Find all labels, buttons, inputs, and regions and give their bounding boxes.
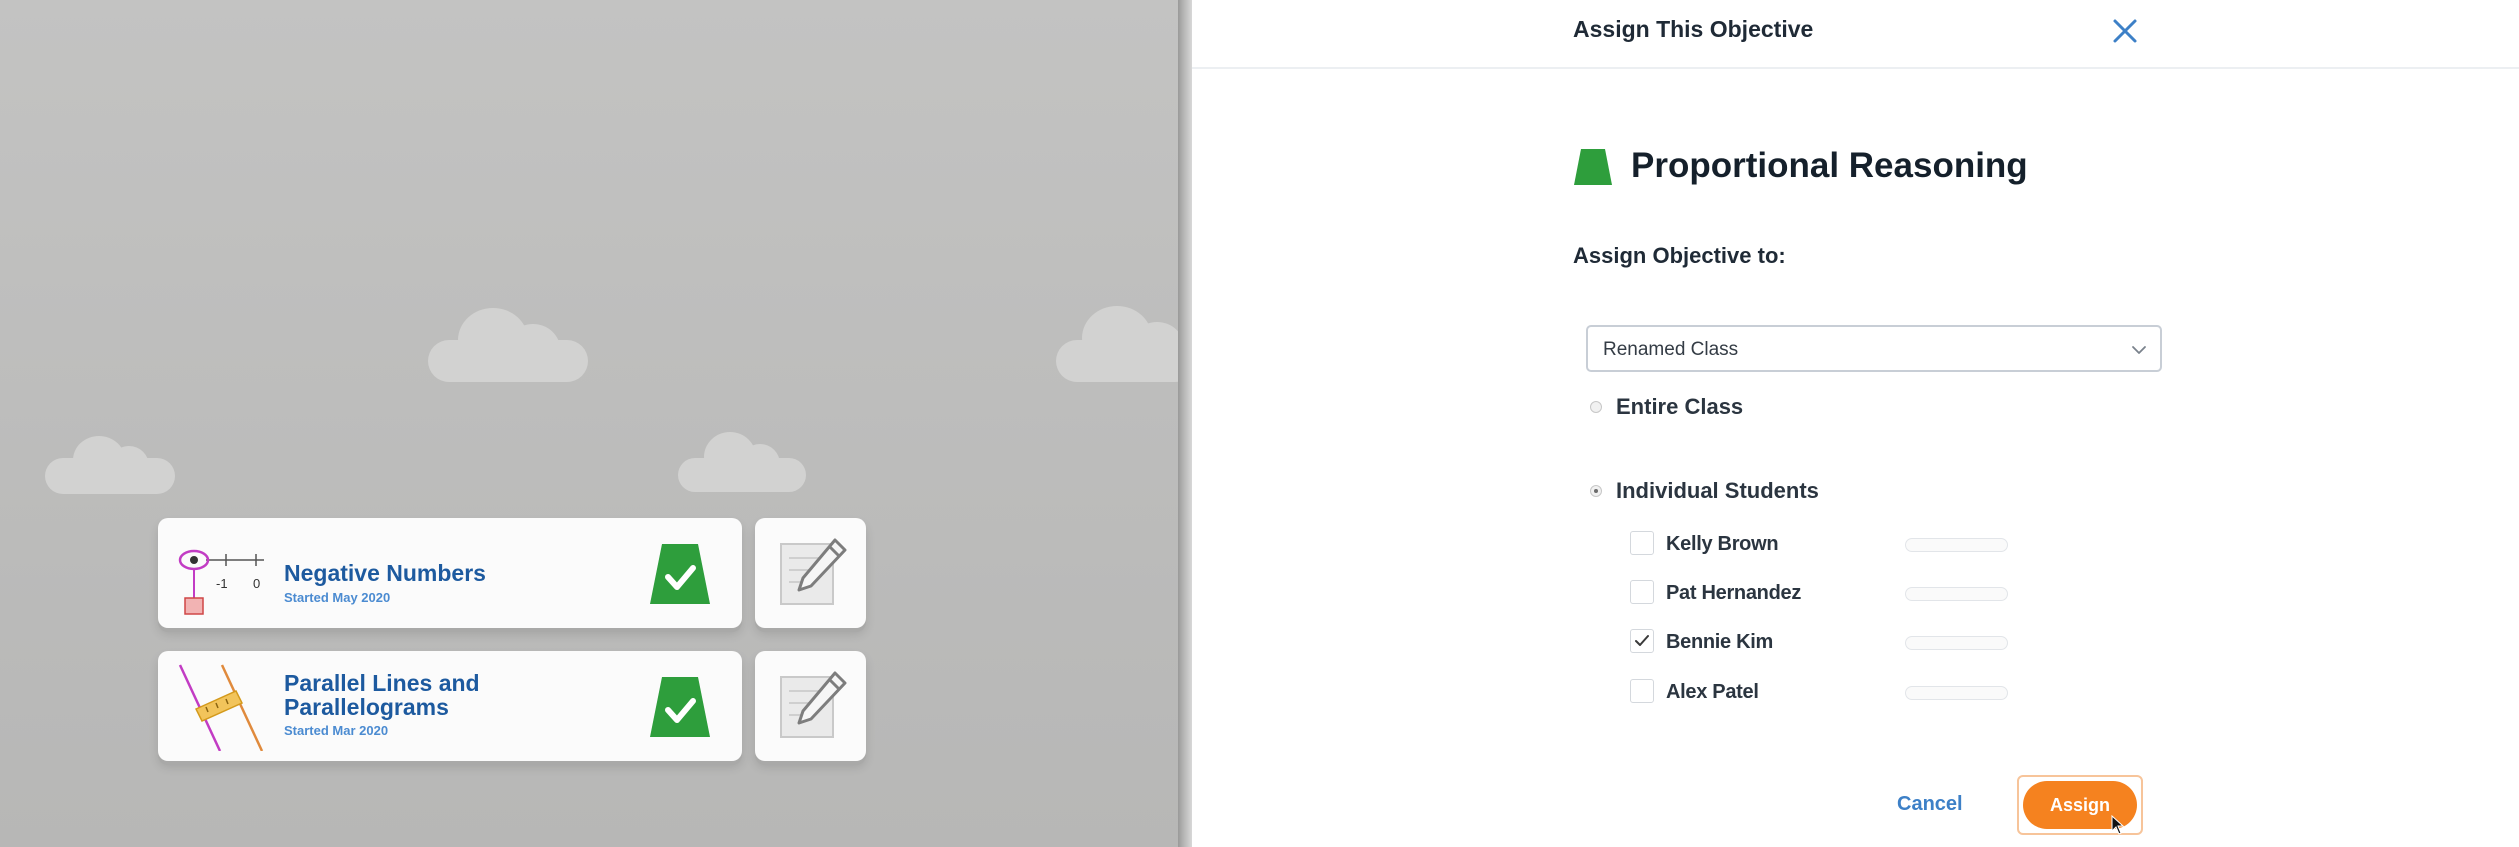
svg-text:-1: -1 [216, 576, 228, 591]
assign-to-label: Assign Objective to: [1573, 243, 1786, 268]
student-row: Bennie Kim [1630, 625, 2050, 659]
parallel-lines-icon [178, 664, 264, 751]
cloud [678, 428, 806, 493]
checkmark-icon [1635, 635, 1649, 646]
class-select-value: Renamed Class [1603, 339, 1739, 360]
pencil-notepad-icon [780, 538, 847, 605]
green-check-badge-icon [650, 544, 710, 604]
assign-objective-dialog: Assign This Objective Proportional Reaso… [1192, 0, 2519, 847]
student-checkbox[interactable] [1630, 629, 1654, 653]
student-checkbox[interactable] [1630, 679, 1654, 703]
objective-name: Proportional Reasoning [1631, 146, 2028, 185]
student-row: Pat Hernandez [1630, 576, 2050, 610]
student-name: Pat Hernandez [1666, 582, 1802, 604]
objective-started-date: Started Mar 2020 [284, 723, 389, 738]
dialog-title: Assign This Objective [1573, 16, 1814, 42]
student-progress-bar [1905, 636, 2008, 650]
student-name: Alex Patel [1666, 681, 1759, 703]
dialog-header: Assign This Objective [1192, 0, 2519, 69]
student-progress-bar [1905, 587, 2008, 601]
objectives-background: -1 0 Negative Numbers Started May 2020 P… [0, 0, 1188, 847]
pencil-notepad-icon [780, 671, 847, 738]
objective-started-date: Started May 2020 [284, 590, 391, 605]
edit-objective-button[interactable] [755, 651, 866, 761]
student-checkbox[interactable] [1630, 580, 1654, 604]
cloud [45, 430, 175, 495]
student-checkbox[interactable] [1630, 531, 1654, 555]
student-name: Kelly Brown [1666, 533, 1779, 555]
objective-card-negative-numbers[interactable]: -1 0 Negative Numbers Started May 2020 [158, 518, 742, 628]
number-line-icon: -1 0 [178, 549, 264, 615]
cancel-button[interactable]: Cancel [1897, 793, 1963, 816]
entire-class-label: Entire Class [1616, 394, 1744, 419]
objective-title: Negative Numbers [284, 560, 486, 586]
green-check-badge-icon [650, 677, 710, 737]
student-progress-bar [1905, 538, 2008, 552]
individual-students-radio[interactable] [1590, 485, 1602, 497]
cloud [428, 300, 588, 385]
objective-title: Parallel Lines and Parallelograms [284, 670, 480, 720]
class-select[interactable]: Renamed Class [1586, 325, 2162, 372]
student-row: Alex Patel [1630, 675, 2050, 709]
close-icon[interactable] [2108, 14, 2142, 48]
panel-divider [1178, 0, 1192, 847]
chevron-down-icon [2132, 346, 2146, 354]
student-row: Kelly Brown [1630, 527, 2050, 561]
svg-text:0: 0 [253, 576, 260, 591]
student-progress-bar [1905, 686, 2008, 700]
green-trapezoid-icon [1574, 149, 1612, 185]
entire-class-radio[interactable] [1590, 401, 1602, 413]
cloud [1056, 300, 1188, 385]
individual-students-label: Individual Students [1616, 478, 1819, 503]
edit-objective-button[interactable] [755, 518, 866, 628]
student-name: Bennie Kim [1666, 631, 1774, 653]
objective-card-parallel-lines[interactable]: Parallel Lines and Parallelograms Starte… [158, 651, 742, 761]
mouse-cursor-icon [2111, 815, 2125, 835]
